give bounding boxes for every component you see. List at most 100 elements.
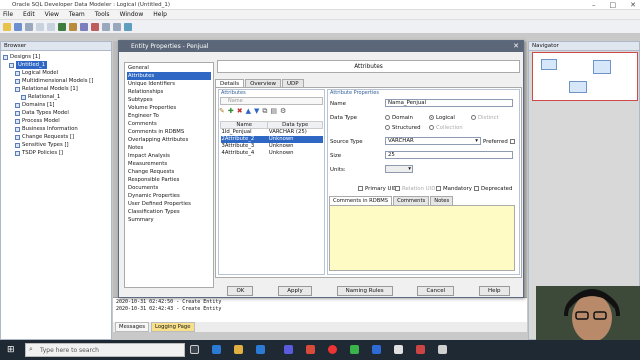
tree-item[interactable]: Logical Model xyxy=(3,69,111,77)
taskbar-search-input[interactable]: Type here to search xyxy=(25,343,185,357)
table-row[interactable]: 3Attribute_3 Unknown xyxy=(221,143,323,150)
zoom-in-icon[interactable] xyxy=(102,22,110,31)
tab-logging-page[interactable]: Logging Page xyxy=(150,322,195,332)
source-type-select[interactable]: VARCHAR ▾ xyxy=(385,137,481,145)
category-item[interactable]: Documents xyxy=(125,184,213,192)
category-item[interactable]: Relationships xyxy=(125,88,213,96)
tree-item[interactable]: Domains [1] xyxy=(3,101,111,109)
category-item[interactable]: Volume Properties xyxy=(125,104,213,112)
save-icon[interactable] xyxy=(14,22,22,31)
radio-logical[interactable]: Logical xyxy=(429,115,455,121)
category-item[interactable]: Measurements xyxy=(125,160,213,168)
attribute-filter-input[interactable]: Name xyxy=(220,97,323,105)
comment-textarea[interactable] xyxy=(329,205,515,271)
radio-domain[interactable]: Domain xyxy=(385,115,413,121)
zoom-out-icon[interactable] xyxy=(113,22,121,31)
edit-icon[interactable]: ✎ xyxy=(219,107,225,115)
new-view-icon[interactable] xyxy=(69,22,77,31)
copy-icon[interactable]: ⧉ xyxy=(262,107,267,115)
sql-developer-icon[interactable] xyxy=(416,345,425,354)
teams-icon[interactable] xyxy=(284,345,293,354)
redo-icon[interactable] xyxy=(47,22,55,31)
engineer-icon[interactable] xyxy=(124,22,132,31)
tab-messages[interactable]: Messages xyxy=(115,322,149,332)
delete-icon[interactable] xyxy=(91,22,99,31)
move-up-icon[interactable]: ▲ xyxy=(246,107,251,115)
chrome-icon[interactable] xyxy=(328,345,337,354)
close-icon[interactable]: ✕ xyxy=(513,42,519,50)
relation-icon[interactable] xyxy=(80,22,88,31)
tree-item[interactable]: Multidimensional Models [] xyxy=(3,77,111,85)
tree-item[interactable]: Change Requests [] xyxy=(3,133,111,141)
table-row[interactable]: 4Attribute_4 Unknown xyxy=(221,150,323,157)
task-view-icon[interactable] xyxy=(190,345,199,354)
save-all-icon[interactable] xyxy=(25,22,33,31)
notepad-icon[interactable] xyxy=(394,345,403,354)
tree-item[interactable]: Untitled_1 xyxy=(3,61,111,69)
table-row[interactable]: 2Attribute_2 Unknown xyxy=(220,135,323,143)
maximize-icon[interactable]: □ xyxy=(610,1,617,9)
column-header-name[interactable]: Name xyxy=(219,121,269,129)
mandatory-checkbox[interactable]: Mandatory xyxy=(436,186,472,192)
table-row[interactable]: 1Id_Penjual VARCHAR (25) xyxy=(221,129,323,136)
file-explorer-icon[interactable] xyxy=(234,345,243,354)
word-icon[interactable] xyxy=(372,345,381,354)
open-icon[interactable] xyxy=(3,22,11,31)
tree-item[interactable]: Relational_1 xyxy=(3,93,111,101)
tree-item[interactable]: Sensitive Types [] xyxy=(3,141,111,149)
edge-icon[interactable] xyxy=(212,345,221,354)
category-item[interactable]: Comments in RDBMS xyxy=(125,128,213,136)
app-icon[interactable] xyxy=(306,345,315,354)
menu-file[interactable]: File xyxy=(3,11,13,18)
units-select[interactable]: ▾ xyxy=(385,165,413,173)
category-item[interactable]: Summary xyxy=(125,216,213,224)
undo-icon[interactable] xyxy=(36,22,44,31)
tree-item[interactable]: Data Types Model xyxy=(3,109,111,117)
naming-rules-button[interactable]: Naming Rules xyxy=(336,286,393,296)
category-item[interactable]: Dynamic Properties xyxy=(125,192,213,200)
help-button[interactable]: Help xyxy=(478,286,510,296)
size-field[interactable]: 25 xyxy=(385,151,513,159)
primary-uid-checkbox[interactable]: Primary UID xyxy=(358,186,397,192)
tree-item[interactable]: Process Model xyxy=(3,117,111,125)
category-item[interactable]: Subtypes xyxy=(125,96,213,104)
radio-structured[interactable]: Structured xyxy=(385,125,421,131)
close-icon[interactable]: ✕ xyxy=(630,1,636,9)
name-field[interactable]: Nama_Penjual xyxy=(385,99,513,107)
navigator-viewport[interactable] xyxy=(532,52,638,101)
radio-distinct[interactable]: Distinct xyxy=(471,115,499,121)
category-item[interactable]: Classification Types xyxy=(125,208,213,216)
category-item[interactable]: Overlapping Attributes xyxy=(125,136,213,144)
delete-icon[interactable]: ✖ xyxy=(237,107,243,115)
category-item[interactable]: Attributes xyxy=(127,72,211,80)
cancel-button[interactable]: Cancel xyxy=(417,286,455,296)
paste-icon[interactable]: ▤ xyxy=(270,107,277,115)
new-entity-icon[interactable] xyxy=(58,22,66,31)
menu-team[interactable]: Team xyxy=(69,11,85,18)
category-item[interactable]: Notes xyxy=(125,144,213,152)
store-icon[interactable] xyxy=(256,345,265,354)
category-item[interactable]: General xyxy=(125,64,213,72)
menu-edit[interactable]: Edit xyxy=(23,11,35,18)
category-item[interactable]: Comments xyxy=(125,120,213,128)
relation-uid-checkbox[interactable]: Relation UID xyxy=(395,186,435,192)
deprecated-checkbox[interactable]: Deprecated xyxy=(474,186,512,192)
tree-item[interactable]: Designs [1] xyxy=(3,53,111,61)
app-icon[interactable] xyxy=(438,345,447,354)
move-down-icon[interactable]: ▼ xyxy=(254,107,259,115)
tree-item[interactable]: TSDP Policies [] xyxy=(3,149,111,157)
windows-start-icon[interactable]: ⊞ xyxy=(7,345,15,355)
add-icon[interactable]: ✚ xyxy=(228,107,234,115)
preferred-checkbox[interactable]: Preferred xyxy=(483,139,517,145)
menu-help[interactable]: Help xyxy=(153,11,167,18)
ok-button[interactable]: OK xyxy=(227,286,254,296)
column-header-datatype[interactable]: Data type xyxy=(267,121,323,129)
category-item[interactable]: User Defined Properties xyxy=(125,200,213,208)
menu-window[interactable]: Window xyxy=(120,11,144,18)
menu-view[interactable]: View xyxy=(45,11,59,18)
menu-tools[interactable]: Tools xyxy=(95,11,110,18)
category-item[interactable]: Change Requests xyxy=(125,168,213,176)
radio-collection[interactable]: Collection xyxy=(429,125,463,131)
minimize-icon[interactable]: – xyxy=(592,1,596,9)
category-item[interactable]: Responsible Parties xyxy=(125,176,213,184)
